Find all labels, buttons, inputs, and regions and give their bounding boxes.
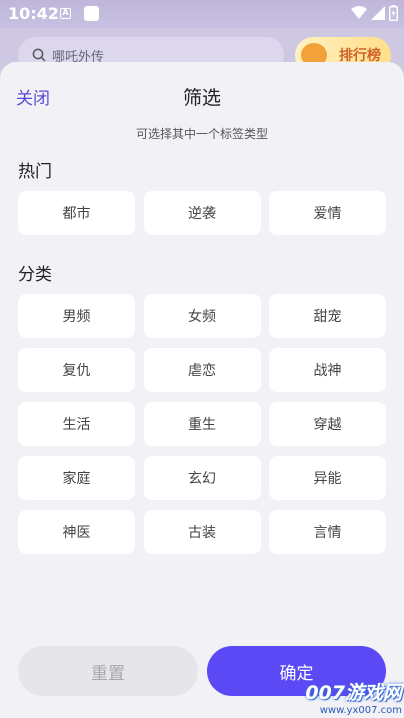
category-tag-grid: 男频 女频 甜宠 复仇 虐恋 战神 生活 重生 穿越 家庭 玄幻 异能 神医 古… [18,294,386,554]
tag-chip[interactable]: 甜宠 [269,294,386,338]
filter-sheet: 关闭 筛选 可选择其中一个标签类型 热门 都市 逆袭 爱情 分类 男频 女频 甜… [0,62,404,718]
notification-a-icon: A [60,8,71,19]
watermark-logo-text: 007游戏网 [305,682,402,704]
tag-chip[interactable]: 都市 [18,191,135,235]
battery-icon [389,5,398,21]
tag-chip[interactable]: 虐恋 [143,348,261,392]
signal-icon [371,6,385,20]
system-icons [351,5,398,21]
tag-chip[interactable]: 复仇 [18,348,135,392]
tag-chip[interactable]: 战神 [269,348,386,392]
watermark: 007游戏网 www.yx007.com [305,678,402,716]
tag-chip[interactable]: 家庭 [18,456,135,500]
tag-chip[interactable]: 神医 [18,510,135,554]
search-icon [32,48,46,62]
wifi-icon [351,6,367,19]
tag-chip[interactable]: 逆袭 [143,191,261,235]
tag-chip[interactable]: 生活 [18,402,135,446]
tag-chip[interactable]: 重生 [143,402,261,446]
tag-chip[interactable]: 穿越 [269,402,386,446]
section-label-category: 分类 [18,265,52,285]
tag-chip[interactable]: 玄幻 [143,456,261,500]
section-label-hot: 热门 [18,162,52,182]
reset-button[interactable]: 重置 [18,646,198,696]
sheet-title: 筛选 [182,87,221,109]
status-bar: 10:42 A [0,0,404,28]
tag-chip[interactable]: 女频 [143,294,261,338]
tag-chip[interactable]: 古装 [143,510,261,554]
notification-square-icon [84,6,99,21]
tag-chip[interactable]: 男频 [18,294,135,338]
tag-chip[interactable]: 异能 [269,456,386,500]
tag-chip[interactable]: 爱情 [269,191,386,235]
hot-tag-grid: 都市 逆袭 爱情 [18,191,386,235]
status-time: 10:42 [8,4,59,23]
watermark-url: www.yx007.com [319,705,402,716]
sheet-hint: 可选择其中一个标签类型 [135,127,268,141]
tag-chip[interactable]: 言情 [269,510,386,554]
